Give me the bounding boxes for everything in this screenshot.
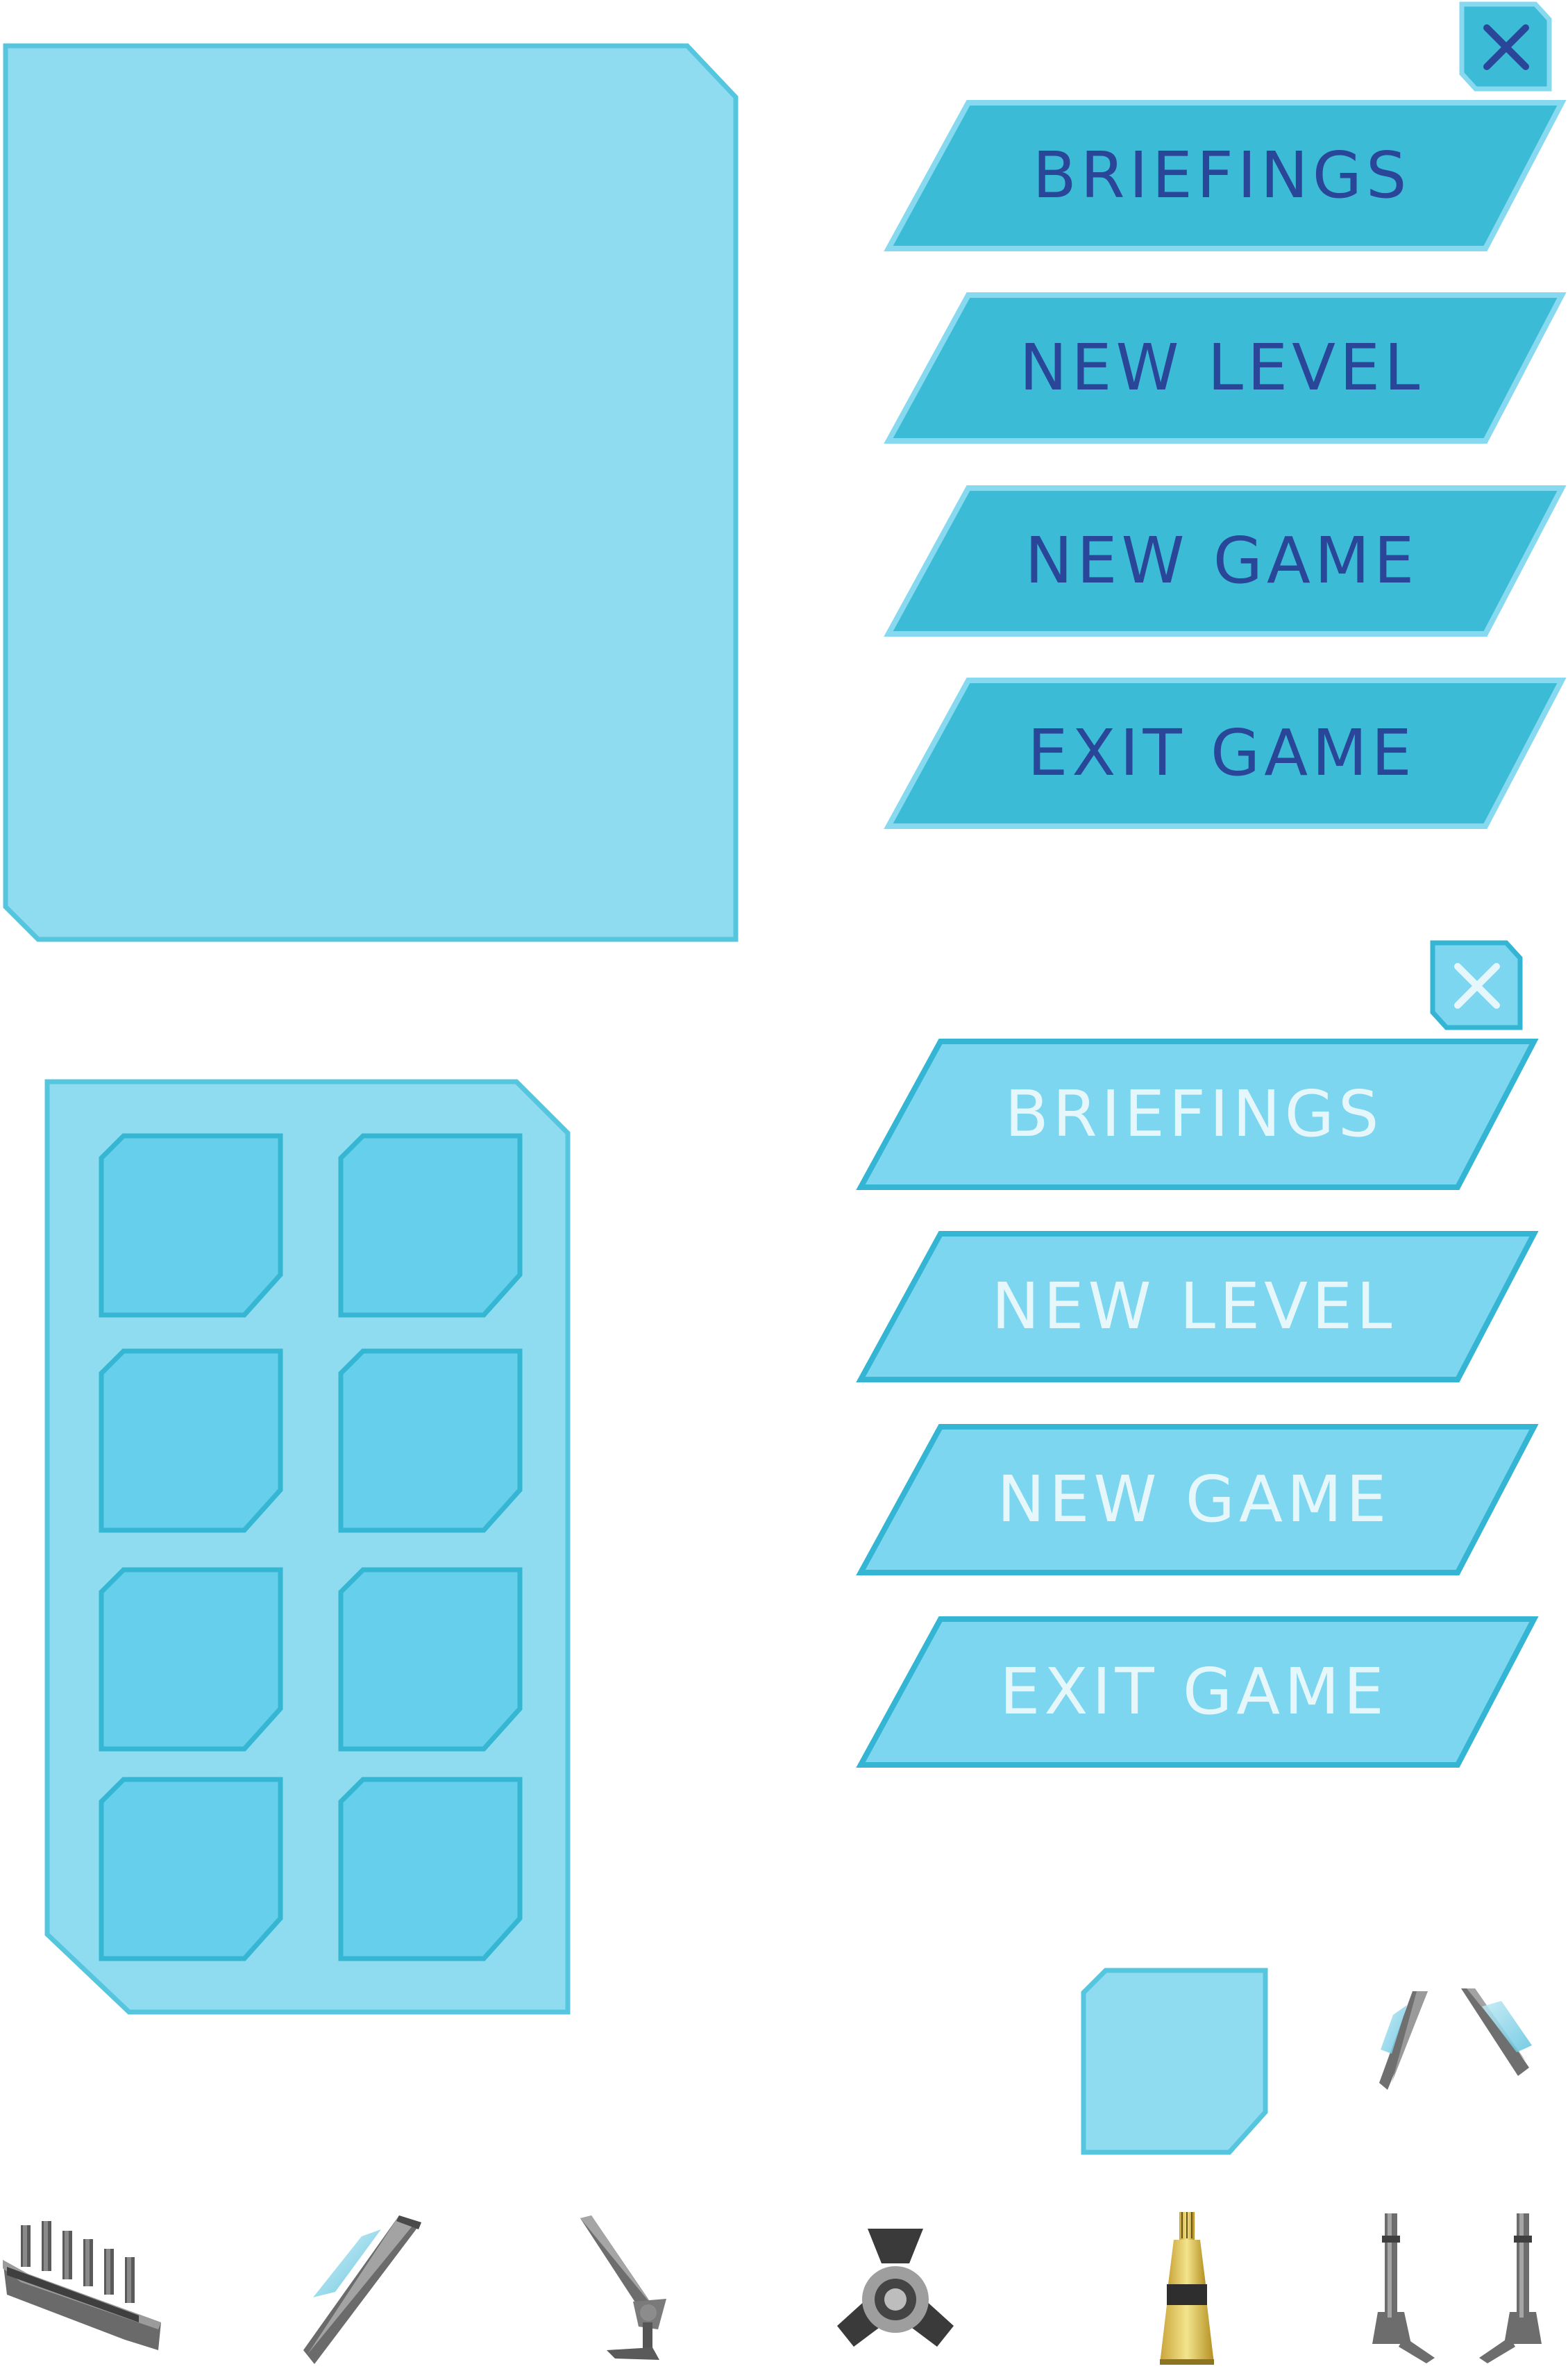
inventory-slot-3[interactable] — [97, 1347, 285, 1534]
menu-light: BRIEFINGS NEW LEVEL NEW GAME EXIT GAME — [854, 1036, 1541, 1779]
close-icon — [1459, 1, 1552, 92]
new-game-label: NEW GAME — [1025, 523, 1419, 598]
inventory-slot-1[interactable] — [97, 1132, 285, 1319]
briefings-label: BRIEFINGS — [1004, 1077, 1383, 1151]
blade-icon — [303, 2215, 421, 2364]
new-game-button-light[interactable]: NEW GAME — [854, 1421, 1541, 1577]
exit-game-button-dark[interactable]: EXIT GAME — [882, 675, 1568, 831]
briefings-button-dark[interactable]: BRIEFINGS — [882, 97, 1568, 253]
battleship-icon — [3, 2221, 161, 2350]
menu-dark: BRIEFINGS NEW LEVEL NEW GAME EXIT GAME — [882, 97, 1568, 840]
inventory-slot-5[interactable] — [97, 1566, 285, 1753]
missile-tower-icon — [1160, 2212, 1214, 2365]
cannon-turret-icon — [580, 2215, 666, 2360]
exit-game-label: EXIT GAME — [1000, 1654, 1388, 1729]
new-level-label: NEW LEVEL — [991, 1269, 1397, 1343]
standalone-slot[interactable] — [1079, 1966, 1270, 2157]
inventory-slot-8[interactable] — [337, 1775, 524, 1963]
close-icon — [1430, 940, 1523, 1030]
inventory-slot-7[interactable] — [97, 1775, 285, 1963]
close-button-light[interactable] — [1428, 939, 1526, 1032]
inventory-slot-4[interactable] — [337, 1347, 524, 1534]
propeller-icon — [837, 2229, 954, 2347]
inventory-panel — [42, 1076, 576, 2020]
exit-game-label: EXIT GAME — [1027, 716, 1416, 790]
close-button-dark[interactable] — [1458, 0, 1555, 94]
new-game-label: NEW GAME — [997, 1462, 1391, 1536]
twin-turret-icon — [1372, 2213, 1542, 2363]
info-panel — [3, 43, 739, 942]
inventory-slot-6[interactable] — [337, 1566, 524, 1753]
briefings-button-light[interactable]: BRIEFINGS — [854, 1036, 1541, 1192]
new-level-button-dark[interactable]: NEW LEVEL — [882, 290, 1568, 446]
briefings-label: BRIEFINGS — [1032, 138, 1411, 212]
exit-game-button-light[interactable]: EXIT GAME — [854, 1614, 1541, 1770]
new-level-label: NEW LEVEL — [1019, 330, 1424, 405]
new-game-button-dark[interactable]: NEW GAME — [882, 483, 1568, 639]
new-level-button-light[interactable]: NEW LEVEL — [854, 1228, 1541, 1384]
wing-blades-icon — [1379, 1988, 1532, 2090]
inventory-slot-2[interactable] — [337, 1132, 524, 1319]
